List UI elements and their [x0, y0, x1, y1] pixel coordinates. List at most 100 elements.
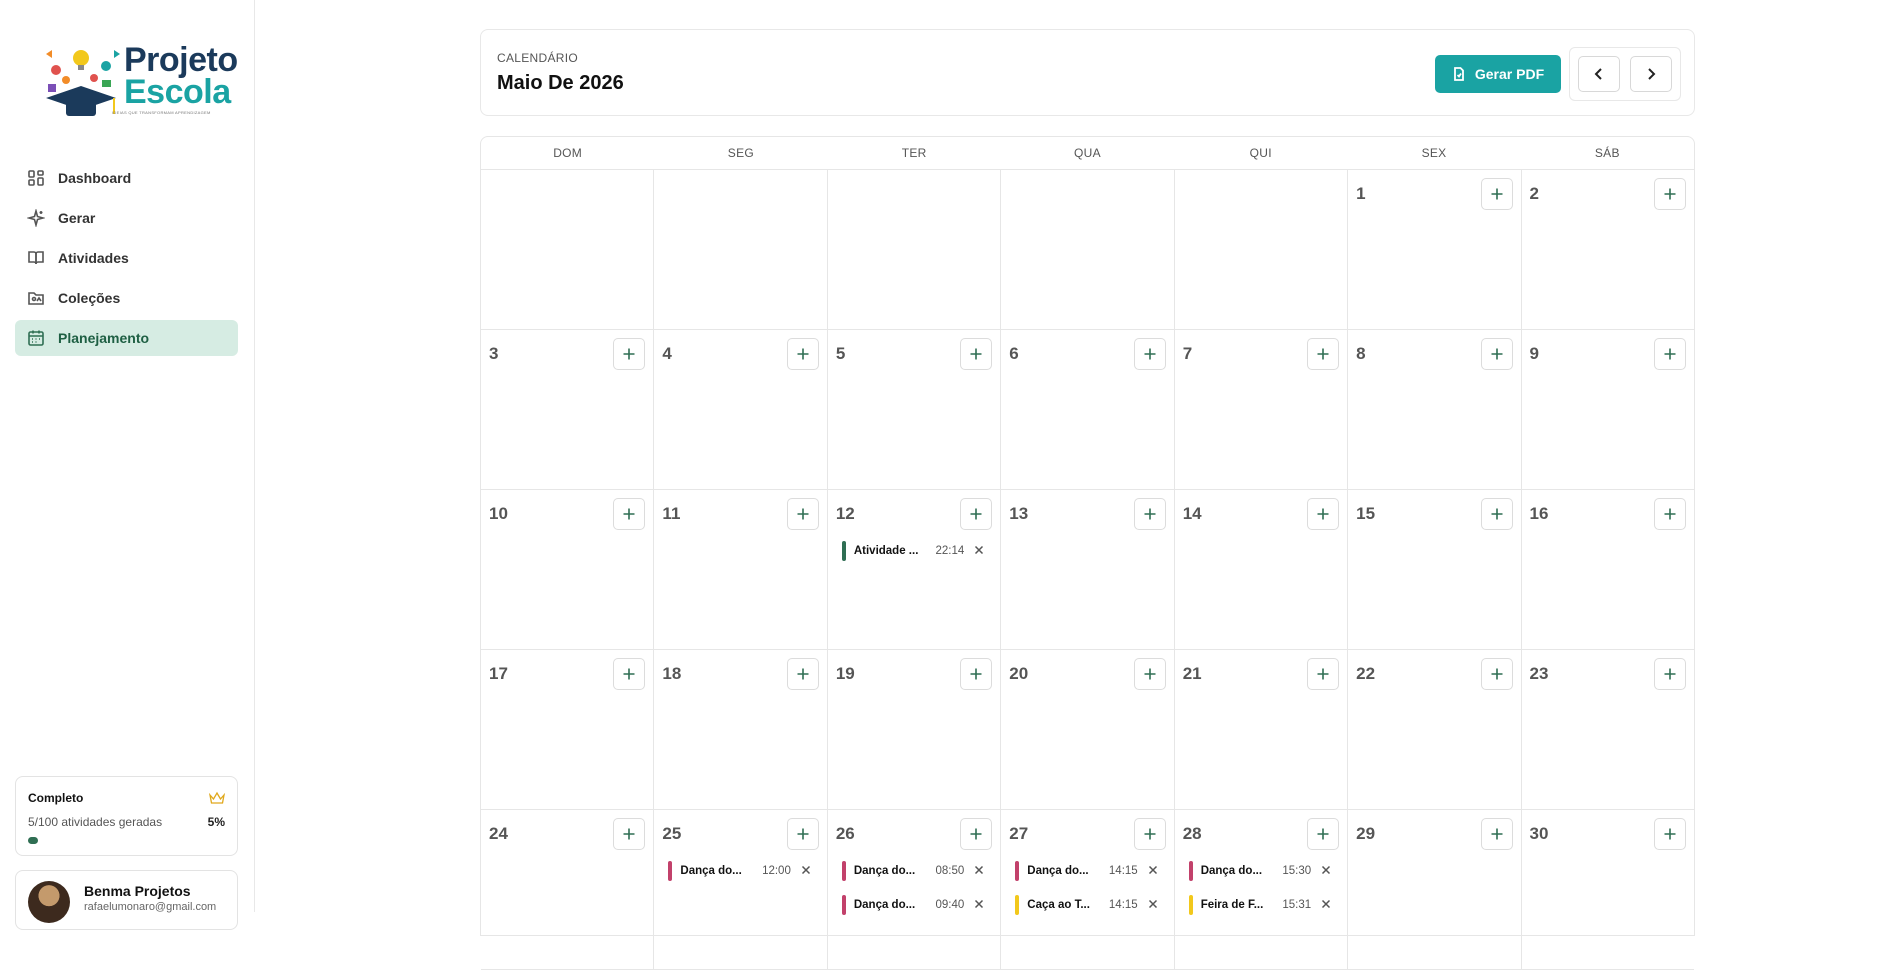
remove-event-button[interactable]: [1321, 899, 1333, 911]
plan-card[interactable]: Completo 5/100 atividades geradas 5%: [15, 776, 238, 856]
user-card[interactable]: Benma Projetos rafaelumonaro@gmail.com: [15, 870, 238, 930]
calendar-day-cell[interactable]: 6: [1001, 330, 1175, 489]
remove-event-button[interactable]: [974, 865, 986, 877]
calendar-event[interactable]: Dança do... 08:50: [841, 861, 986, 881]
remove-event-button[interactable]: [1148, 899, 1160, 911]
event-title: Atividade ...: [853, 545, 919, 557]
user-email: rafaelumonaro@gmail.com: [84, 901, 217, 913]
add-event-button[interactable]: [1480, 178, 1513, 210]
calendar-day-cell[interactable]: 1: [1348, 170, 1522, 329]
add-event-button[interactable]: [1480, 658, 1513, 690]
calendar-day-cell[interactable]: 7: [1175, 330, 1349, 489]
add-event-button[interactable]: [786, 658, 819, 690]
crown-icon: [209, 791, 225, 804]
remove-event-button[interactable]: [974, 545, 986, 557]
calendar-event[interactable]: Atividade ... 22:14: [841, 541, 986, 561]
add-event-button[interactable]: [786, 338, 819, 370]
add-event-button[interactable]: [1307, 818, 1340, 850]
add-event-button[interactable]: [1653, 178, 1686, 210]
calendar-day-cell[interactable]: 27 Dança do... 14:15 Caça ao T... 14:15: [1001, 810, 1175, 969]
calendar-day-cell[interactable]: 26 Dança do... 08:50 Dança do... 09:40: [828, 810, 1002, 969]
prev-month-button[interactable]: [1578, 56, 1620, 92]
add-event-button[interactable]: [1480, 498, 1513, 530]
add-event-button[interactable]: [786, 498, 819, 530]
sidebar-item-planejamento[interactable]: Planejamento: [15, 320, 238, 356]
day-number: 22: [1356, 664, 1376, 683]
calendar-day-cell[interactable]: 25 Dança do... 12:00: [654, 810, 828, 969]
calendar-day-cell[interactable]: 2: [1522, 170, 1694, 329]
calendar-day-cell[interactable]: 11: [654, 490, 828, 649]
calendar-event[interactable]: Dança do... 12:00: [668, 861, 812, 881]
calendar-day-cell[interactable]: 20: [1001, 650, 1175, 809]
add-event-button[interactable]: [960, 658, 993, 690]
calendar-day-cell[interactable]: 12 Atividade ... 22:14: [828, 490, 1002, 649]
add-event-button[interactable]: [1133, 818, 1166, 850]
add-event-button[interactable]: [1133, 658, 1166, 690]
calendar-day-cell[interactable]: 5: [828, 330, 1002, 489]
add-event-button[interactable]: [1133, 498, 1166, 530]
calendar-day-cell[interactable]: 21: [1175, 650, 1349, 809]
add-event-button[interactable]: [1307, 498, 1340, 530]
add-event-button[interactable]: [613, 498, 646, 530]
calendar-day-cell[interactable]: 23: [1522, 650, 1694, 809]
calendar-day-cell[interactable]: 28 Dança do... 15:30 Feira de F... 15:31: [1175, 810, 1349, 969]
calendar-day-cell[interactable]: 14: [1175, 490, 1349, 649]
calendar-day-cell[interactable]: 30: [1522, 810, 1694, 969]
calendar-event[interactable]: Feira de F... 15:31: [1188, 895, 1333, 915]
sidebar-item-atividades[interactable]: Atividades: [15, 240, 238, 276]
add-event-button[interactable]: [960, 818, 993, 850]
day-number: 8: [1356, 344, 1366, 363]
add-event-button[interactable]: [1653, 498, 1686, 530]
calendar-day-cell[interactable]: 16: [1522, 490, 1694, 649]
add-event-button[interactable]: [1480, 338, 1513, 370]
add-event-button[interactable]: [786, 818, 819, 850]
calendar-day-cell[interactable]: 9: [1522, 330, 1694, 489]
sidebar-item-colecoes[interactable]: Coleções: [15, 280, 238, 316]
calendar-day-cell[interactable]: 18: [654, 650, 828, 809]
add-event-button[interactable]: [613, 818, 646, 850]
calendar-day-cell[interactable]: 22: [1348, 650, 1522, 809]
event-color-bar: [1188, 861, 1193, 881]
month-title: Maio De 2026: [497, 72, 624, 94]
calendar-day-cell[interactable]: 10: [481, 490, 655, 649]
plan-progress-fill: [28, 837, 38, 844]
calendar-day-cell[interactable]: 15: [1348, 490, 1522, 649]
calendar-day-cell[interactable]: 13: [1001, 490, 1175, 649]
calendar-day-cell[interactable]: 8: [1348, 330, 1522, 489]
calendar-week: 10 11 12 Atividade ... 22:14 13 14 15 16: [481, 490, 1694, 650]
add-event-button[interactable]: [613, 338, 646, 370]
add-event-button[interactable]: [1480, 818, 1513, 850]
add-event-button[interactable]: [1307, 658, 1340, 690]
calendar-day-cell[interactable]: 24: [481, 810, 655, 969]
generate-pdf-button[interactable]: Gerar PDF: [1435, 55, 1561, 93]
calendar-event[interactable]: Dança do... 14:15: [1015, 861, 1159, 881]
plus-icon: [1664, 828, 1676, 840]
day-number: 17: [489, 664, 508, 683]
calendar-day-cell[interactable]: 4: [654, 330, 828, 489]
next-month-button[interactable]: [1630, 56, 1672, 92]
remove-event-button[interactable]: [801, 865, 813, 877]
add-event-button[interactable]: [613, 658, 646, 690]
plus-icon: [1491, 348, 1503, 360]
brand-logo[interactable]: Projeto Escola IDEIAS QUE TRANSFORMAM AP…: [36, 40, 246, 124]
add-event-button[interactable]: [960, 498, 993, 530]
calendar-day-cell[interactable]: 17: [481, 650, 655, 809]
calendar-day-cell[interactable]: 29: [1348, 810, 1522, 969]
add-event-button[interactable]: [960, 338, 993, 370]
calendar-event[interactable]: Caça ao T... 14:15: [1015, 895, 1159, 915]
add-event-button[interactable]: [1653, 818, 1686, 850]
remove-event-button[interactable]: [1321, 865, 1333, 877]
add-event-button[interactable]: [1653, 338, 1686, 370]
sidebar-item-label: Atividades: [58, 250, 129, 266]
add-event-button[interactable]: [1653, 658, 1686, 690]
calendar-event[interactable]: Dança do... 09:40: [841, 895, 986, 915]
calendar-day-cell[interactable]: 3: [481, 330, 655, 489]
remove-event-button[interactable]: [1148, 865, 1160, 877]
calendar-event[interactable]: Dança do... 15:30: [1188, 861, 1333, 881]
calendar-day-cell[interactable]: 19: [828, 650, 1002, 809]
remove-event-button[interactable]: [974, 899, 986, 911]
sidebar-item-gerar[interactable]: Gerar: [15, 200, 238, 236]
add-event-button[interactable]: [1307, 338, 1340, 370]
sidebar-item-dashboard[interactable]: Dashboard: [15, 160, 238, 196]
add-event-button[interactable]: [1133, 338, 1166, 370]
